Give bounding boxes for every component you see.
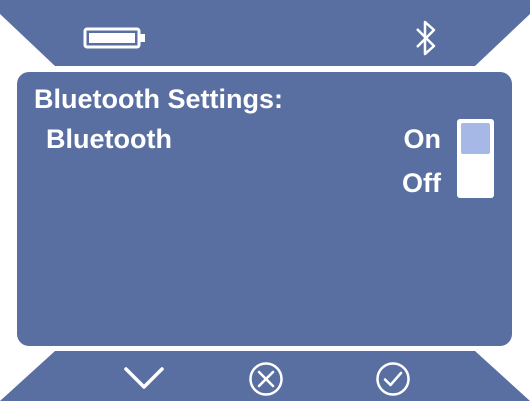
status-bar xyxy=(0,0,530,66)
option-off-label[interactable]: Off xyxy=(402,168,441,199)
navigation-bar xyxy=(0,351,530,401)
circle-check-icon xyxy=(376,362,410,396)
cancel-button[interactable] xyxy=(248,361,284,397)
page-title: Bluetooth Settings: xyxy=(34,84,283,114)
bluetooth-toggle[interactable] xyxy=(457,119,494,198)
bluetooth-setting-label: Bluetooth xyxy=(46,124,172,154)
option-on-label[interactable]: On xyxy=(404,124,442,155)
status-bar-background xyxy=(0,0,530,66)
circle-x-icon xyxy=(249,362,283,396)
down-button[interactable] xyxy=(123,365,165,391)
chevron-down-icon xyxy=(124,367,164,389)
device-display: Bluetooth Settings: Bluetooth On Off xyxy=(0,0,530,401)
settings-panel: Bluetooth Settings: Bluetooth On Off xyxy=(17,72,512,346)
toggle-knob[interactable] xyxy=(461,123,490,154)
confirm-button[interactable] xyxy=(375,361,411,397)
bluetooth-icon xyxy=(416,20,436,56)
battery-icon xyxy=(83,27,145,49)
